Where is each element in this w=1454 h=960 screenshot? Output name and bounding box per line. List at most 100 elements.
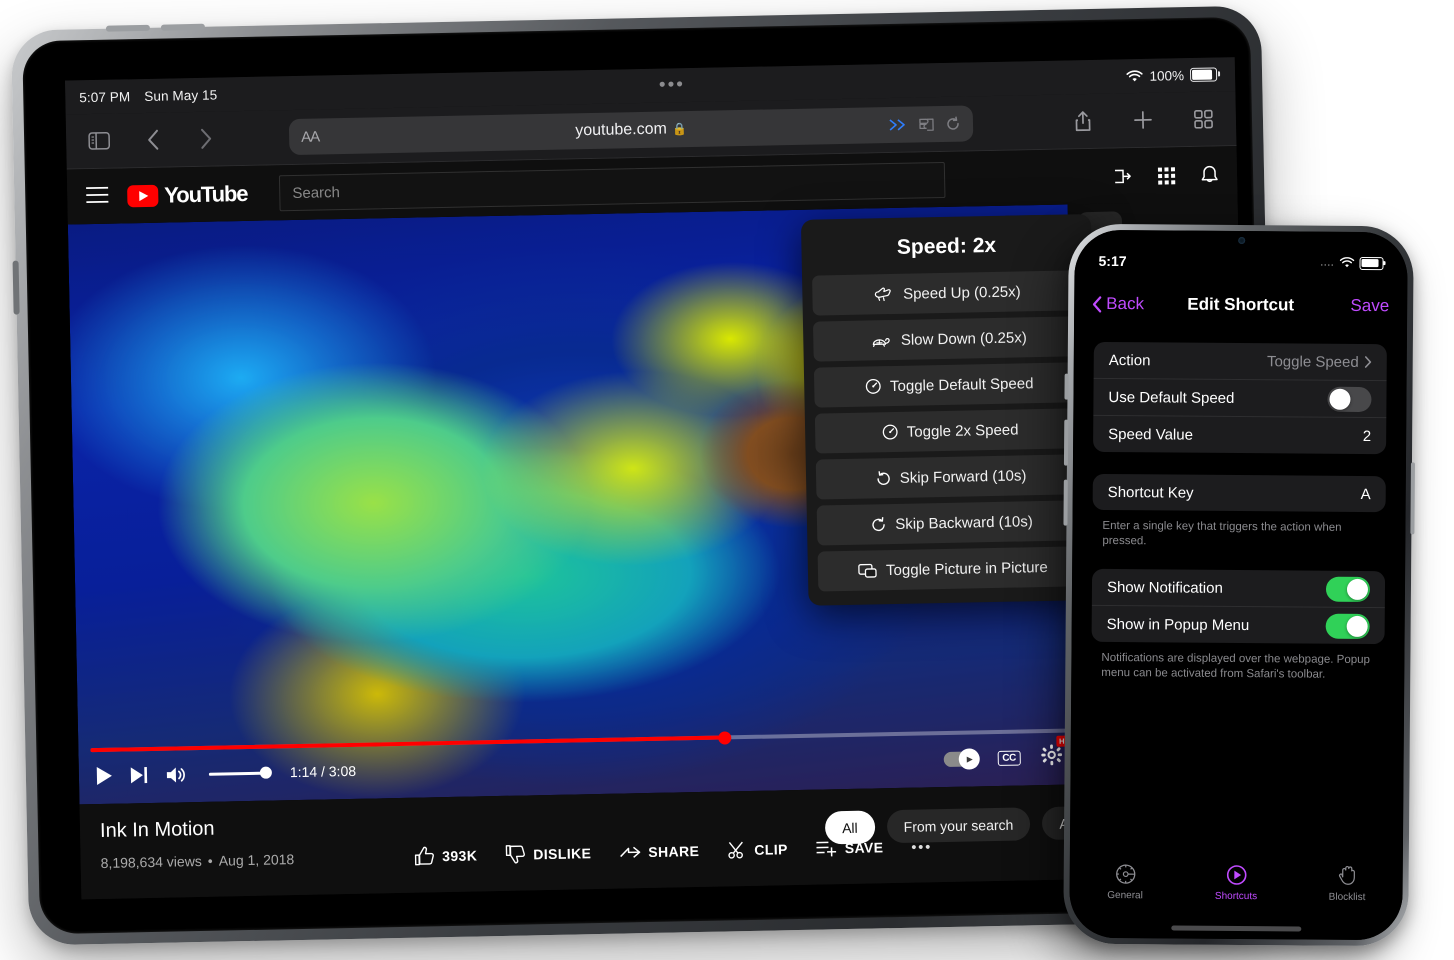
turtle-icon [872, 338, 890, 347]
apps-grid-icon[interactable] [1157, 166, 1176, 185]
search-input[interactable]: Search [279, 161, 946, 212]
iphone-tab-bar: General Shortcuts Blocklist [1069, 854, 1403, 941]
iphone-volume-up-button[interactable] [1063, 419, 1069, 466]
hamburger-icon[interactable] [85, 185, 109, 208]
new-tab-icon[interactable] [1126, 103, 1161, 138]
player-controls-right: CC HD [943, 734, 1073, 772]
row-show-in-popup-menu[interactable]: Show in Popup Menu [1091, 604, 1385, 645]
status-date: Sun May 15 [144, 87, 218, 104]
settings-button[interactable]: HD [1040, 734, 1073, 770]
iphone-device: 5:17 .... Back Edit Shortcut Save Action… [1063, 223, 1415, 947]
youtube-wordmark: YouTube [164, 180, 248, 208]
popup-title: Speed: 2x [896, 233, 997, 259]
row-show-notification[interactable]: Show Notification [1092, 569, 1385, 607]
volume-slider[interactable] [208, 771, 267, 776]
iphone-volume-down-button[interactable] [1063, 479, 1068, 526]
menu-item-speed-up[interactable]: Speed Up (0.25x) [812, 270, 1083, 316]
show-in-popup-menu-switch[interactable] [1325, 613, 1370, 639]
gauge-icon [865, 378, 881, 394]
show-notification-switch[interactable] [1325, 576, 1371, 602]
notifications-footer: Notifications are displayed over the web… [1101, 651, 1370, 681]
dislike-label: DISLIKE [533, 844, 592, 862]
clip-button[interactable]: CLIP [727, 840, 788, 859]
chevron-right-icon [1364, 356, 1372, 368]
iphone-power-button[interactable] [1410, 462, 1415, 535]
menu-item-skip-backward[interactable]: Skip Backward (10s) [816, 500, 1088, 546]
tab-general[interactable]: General [1069, 862, 1181, 939]
ipad-power-button[interactable] [12, 260, 20, 315]
row-speed-value[interactable]: Speed Value 2 [1093, 414, 1387, 455]
play-icon[interactable] [95, 766, 113, 786]
front-camera-icon [1237, 236, 1245, 245]
row-value: Toggle Speed [1267, 353, 1372, 371]
shortcut-key-field[interactable]: A [1361, 485, 1371, 502]
row-shortcut-key[interactable]: Shortcut Key A [1093, 474, 1386, 512]
menu-item-label: Slow Down (0.25x) [900, 328, 1027, 349]
address-bar[interactable]: AA youtube.com 🔒 [288, 105, 974, 156]
back-button-icon[interactable] [136, 122, 171, 157]
row-action[interactable]: Action Toggle Speed [1094, 342, 1387, 380]
status-left: 5:07 PM Sun May 15 [79, 87, 217, 105]
filter-chips: All From your search Art [824, 806, 1095, 845]
cast-icon[interactable] [1113, 167, 1133, 185]
home-indicator[interactable] [1170, 925, 1301, 932]
use-default-speed-switch[interactable] [1327, 386, 1372, 412]
volume-icon[interactable] [166, 765, 188, 784]
menu-item-label: Toggle Picture in Picture [885, 558, 1048, 579]
ipad-volume-button-up[interactable] [105, 24, 150, 32]
row-use-default-speed[interactable]: Use Default Speed [1093, 377, 1387, 418]
iphone-bezel: 5:17 .... Back Edit Shortcut Save Action… [1069, 229, 1408, 941]
thumbs-down-icon [505, 845, 525, 864]
sidebar-icon[interactable] [82, 124, 117, 159]
notifications-bell-icon[interactable] [1200, 164, 1219, 185]
save-button[interactable]: Save [1350, 296, 1389, 316]
clip-label: CLIP [754, 840, 788, 858]
menu-item-label: Speed Up (0.25x) [902, 282, 1021, 303]
iphone-status-right: .... [1320, 256, 1384, 270]
row-label: Action [1108, 351, 1151, 369]
tab-blocklist[interactable]: Blocklist [1291, 863, 1403, 940]
hand-icon [1338, 866, 1355, 885]
tab-overview-icon[interactable] [1186, 101, 1221, 136]
forward-button-icon[interactable] [188, 121, 223, 156]
settings-group-notifications: Show Notification Show in Popup Menu [1091, 568, 1386, 645]
menu-item-skip-forward[interactable]: Skip Forward (10s) [815, 454, 1087, 500]
dislike-button[interactable]: DISLIKE [505, 843, 591, 864]
iphone-screen: 5:17 .... Back Edit Shortcut Save Action… [1069, 229, 1408, 941]
menu-item-toggle-pip[interactable]: Toggle Picture in Picture [817, 546, 1089, 592]
share-label: SHARE [648, 842, 700, 860]
share-icon[interactable] [1066, 104, 1101, 139]
speed-popup-menu: Speed: 2x Speed Up (0.25x) Slow Down (0.… [800, 213, 1099, 606]
url-bar-wrapper: AA youtube.com 🔒 [226, 104, 1037, 156]
share-arrow-icon [619, 846, 641, 858]
pip-icon [858, 563, 877, 578]
speed-value-field[interactable]: 2 [1363, 427, 1371, 444]
upload-date: Aug 1, 2018 [218, 850, 295, 869]
scissors-icon [728, 841, 743, 859]
menu-item-toggle-2x-speed[interactable]: Toggle 2x Speed [814, 408, 1086, 454]
wifi-icon [1339, 257, 1355, 268]
gear-icon [1041, 743, 1063, 765]
rabbit-icon [874, 287, 891, 302]
menu-item-slow-down[interactable]: Slow Down (0.25x) [812, 316, 1084, 362]
play-circle-icon [1226, 865, 1247, 885]
autoplay-toggle[interactable] [943, 750, 978, 767]
menu-item-label: Skip Backward (10s) [895, 512, 1033, 533]
menu-item-toggle-default-speed[interactable]: Toggle Default Speed [813, 362, 1085, 408]
menu-item-label: Toggle Default Speed [889, 374, 1034, 395]
row-label: Show Notification [1106, 578, 1223, 597]
captions-button[interactable]: CC [997, 750, 1021, 766]
like-button[interactable]: 393K [414, 845, 477, 866]
share-button[interactable]: SHARE [619, 841, 699, 861]
iphone-navigation-bar: Back Edit Shortcut Save [1074, 282, 1407, 329]
ipad-volume-button-down[interactable] [160, 23, 205, 31]
time-display: 1:14 / 3:08 [289, 762, 357, 781]
stats-separator: • [207, 852, 213, 869]
row-label: Use Default Speed [1108, 388, 1235, 407]
status-right: 100% [1126, 67, 1218, 84]
chip-from-your-search[interactable]: From your search [886, 807, 1031, 844]
chip-all[interactable]: All [824, 810, 875, 845]
iphone-silent-switch[interactable] [1064, 373, 1069, 400]
next-track-icon[interactable] [130, 766, 149, 784]
youtube-logo[interactable]: YouTube [127, 181, 248, 209]
